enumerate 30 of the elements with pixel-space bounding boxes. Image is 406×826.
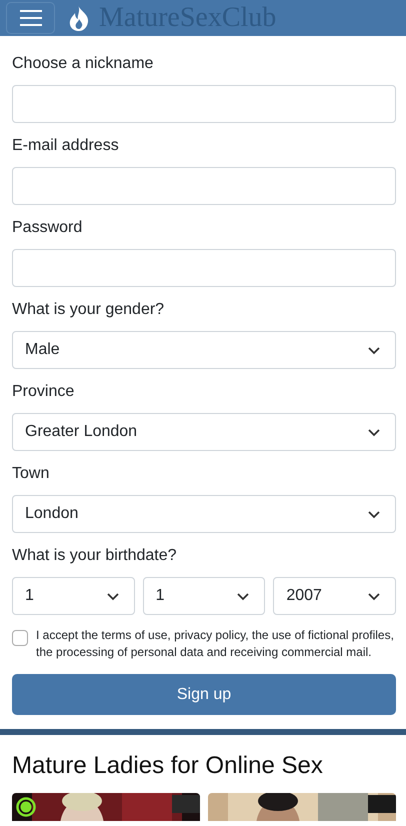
input-field[interactable]: [12, 167, 396, 205]
chevron-down-icon: [366, 592, 381, 600]
chevron-down-icon: [236, 592, 250, 600]
select-field[interactable]: Greater London: [12, 413, 396, 451]
menu-icon: [20, 10, 42, 26]
sign-up-button[interactable]: Sign up: [12, 674, 396, 715]
field-label: What is your gender?: [12, 300, 166, 320]
field-label: Choose a nickname: [12, 54, 154, 74]
select-field[interactable]: Male: [12, 331, 396, 369]
field-label: Province: [12, 382, 76, 402]
select-field[interactable]: 1: [142, 577, 266, 615]
chevron-down-icon: [106, 592, 120, 600]
flame-icon: [69, 5, 89, 31]
menu-button[interactable]: [6, 2, 55, 34]
field-label: E-mail address: [12, 136, 120, 156]
section-title: Mature Ladies for Online Sex: [12, 751, 324, 781]
checkbox[interactable]: [12, 630, 28, 646]
input-field[interactable]: [12, 85, 396, 123]
online-status-icon: [16, 797, 36, 817]
select-field[interactable]: 2007: [273, 577, 396, 615]
chevron-down-icon: [367, 346, 381, 354]
select-field[interactable]: London: [12, 495, 396, 533]
input-field[interactable]: [12, 249, 396, 287]
field-label: Town: [12, 464, 50, 484]
field-label: Password: [12, 218, 84, 238]
chevron-down-icon: [367, 428, 381, 436]
field-label: What is your birthdate?: [12, 546, 178, 566]
chevron-down-icon: [367, 510, 381, 518]
terms-text: I accept the terms of use, privacy policy, the use of fictional profiles, the processing of personal data and receiving commercial mail.: [36, 627, 395, 661]
select-field[interactable]: 1: [12, 577, 135, 615]
